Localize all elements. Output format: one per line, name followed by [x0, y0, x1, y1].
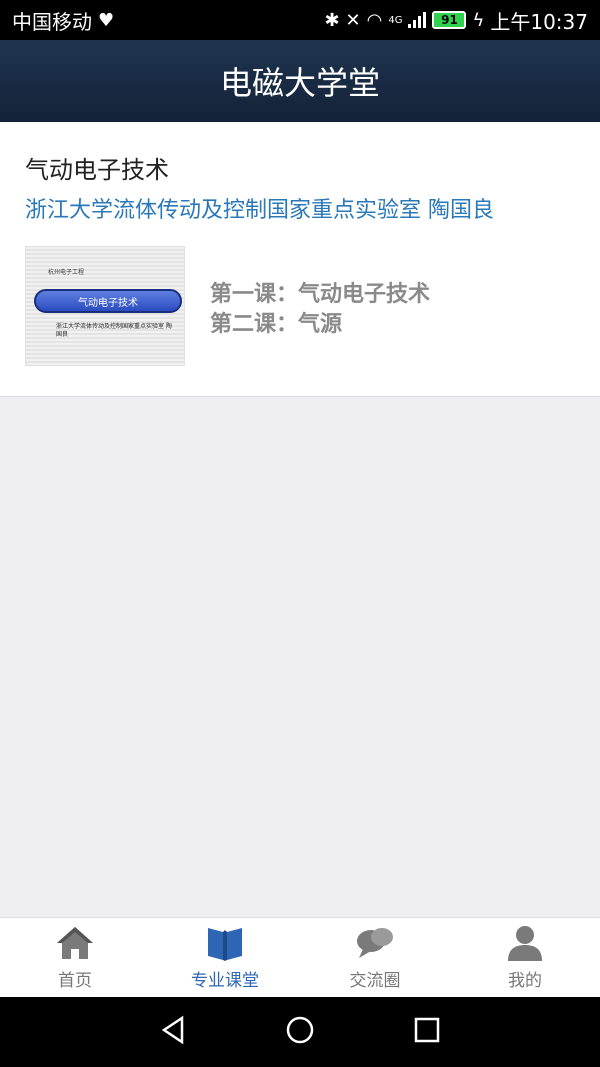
- book-icon: [205, 924, 245, 962]
- home-button-icon[interactable]: [285, 1015, 315, 1049]
- nav-item-mine[interactable]: 我的: [450, 918, 600, 997]
- status-bar: 中国移动 ♥ ✱ ✕ ◠ 4G 91 ϟ 上午10:37: [0, 0, 600, 40]
- thumbnail-top-text: 杭州电子工程: [48, 269, 85, 276]
- nav-item-home[interactable]: 首页: [0, 918, 150, 997]
- user-icon: [505, 924, 545, 962]
- course-author: 浙江大学流体传动及控制国家重点实验室 陶国良: [25, 198, 494, 223]
- battery-level: 91: [441, 13, 458, 27]
- battery-icon: 91: [432, 11, 467, 29]
- nav-label: 首页: [58, 971, 92, 991]
- wifi-icon: ◠: [366, 9, 383, 31]
- page-title: 电磁大学堂: [219, 64, 380, 102]
- charging-icon: ϟ: [472, 9, 485, 31]
- home-icon: [55, 924, 95, 962]
- mute-icon: ✕: [345, 9, 361, 31]
- recents-icon[interactable]: [412, 1015, 442, 1049]
- signal-icon: [408, 12, 427, 28]
- system-nav-bar: [0, 997, 600, 1067]
- clock: 上午10:37: [490, 9, 588, 34]
- lesson-item[interactable]: 第二课：气源: [210, 310, 430, 340]
- nav-label: 专业课堂: [191, 971, 259, 991]
- thumbnail-sub-text: 浙江大学流体传动及控制国家重点实验室 陶国良: [56, 323, 172, 338]
- carrier-label: 中国移动: [12, 9, 92, 34]
- nav-label: 我的: [508, 971, 542, 991]
- course-card[interactable]: 气动电子技术 浙江大学流体传动及控制国家重点实验室 陶国良 杭州电子工程 气动电…: [0, 122, 600, 397]
- course-title: 气动电子技术: [25, 156, 169, 184]
- bluetooth-icon: ✱: [324, 9, 340, 31]
- lesson-list: 第一课：气动电子技术 第二课：气源: [210, 280, 430, 340]
- app-header: 电磁大学堂: [0, 40, 600, 122]
- network-label: 4G: [388, 14, 403, 26]
- nav-item-community[interactable]: 交流圈: [300, 918, 450, 997]
- thumbnail-pill-text: 气动电子技术: [78, 297, 138, 309]
- thumbnail-pill: 气动电子技术: [34, 289, 182, 313]
- nav-item-classroom[interactable]: 专业课堂: [150, 918, 300, 997]
- chat-icon: [355, 924, 395, 962]
- bottom-nav: 首页 专业课堂 交流圈 我的: [0, 917, 600, 997]
- heart-icon: ♥: [98, 9, 115, 31]
- lesson-item[interactable]: 第一课：气动电子技术: [210, 280, 430, 310]
- back-icon[interactable]: [158, 1015, 188, 1049]
- course-thumbnail[interactable]: 杭州电子工程 气动电子技术 浙江大学流体传动及控制国家重点实验室 陶国良: [25, 246, 185, 366]
- nav-label: 交流圈: [349, 971, 401, 991]
